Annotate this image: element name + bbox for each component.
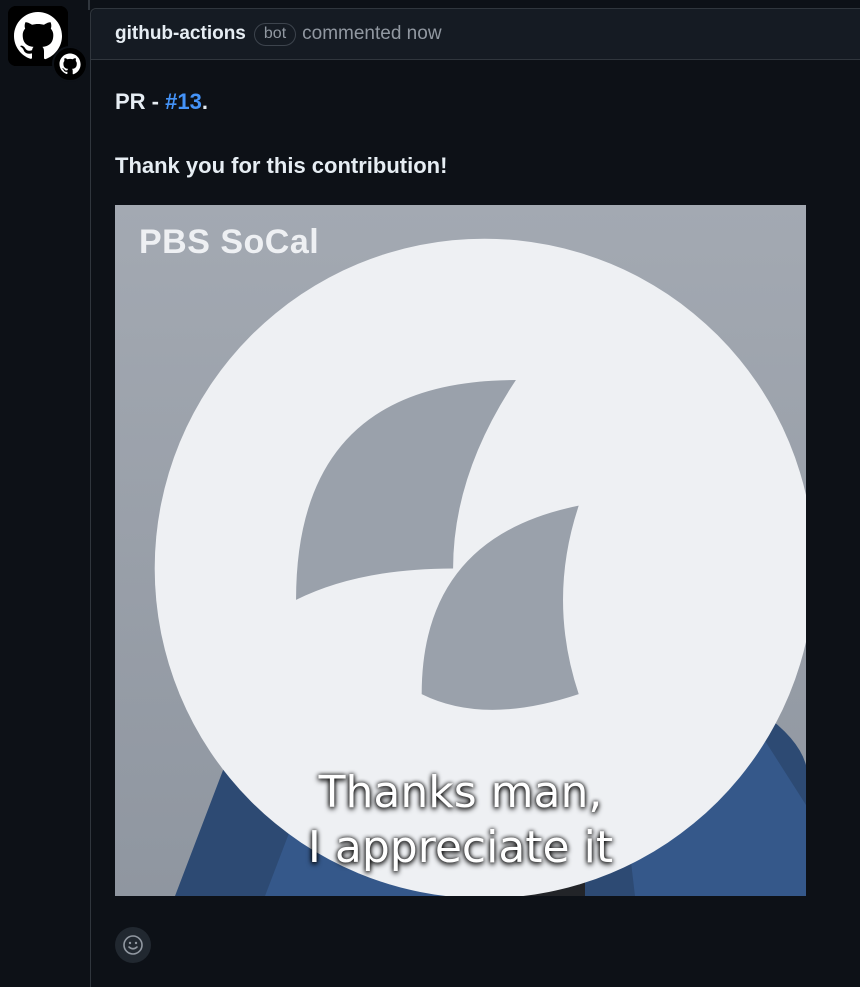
thank-you-gif[interactable]: PBS SoCal Thanks man, I appreciate it [115,205,806,896]
smiley-icon [123,935,143,955]
comment-box: github-actions bot commented now PR - #1… [90,8,860,987]
author-link[interactable]: github-actions [115,23,246,45]
timeline-line [88,0,90,10]
github-app-icon [52,46,88,82]
add-reaction-button[interactable] [115,927,151,963]
comment-header: github-actions bot commented now [91,9,860,60]
gif-caption-line-1: Thanks man, [318,767,603,818]
pr-link[interactable]: #13 [165,89,202,114]
avatar[interactable] [8,6,88,82]
comment-message: Thank you for this contribution! [115,153,448,178]
pr-reference-line: PR - #13. [115,89,208,115]
gif-caption-line-2: I appreciate it [307,822,614,873]
bot-badge: bot [253,22,297,46]
pr-prefix: PR - [115,89,166,114]
pr-suffix: . [201,89,208,114]
comment-timestamp[interactable]: commented now [302,23,441,45]
pbs-socal-logo: PBS SoCal [139,223,806,896]
